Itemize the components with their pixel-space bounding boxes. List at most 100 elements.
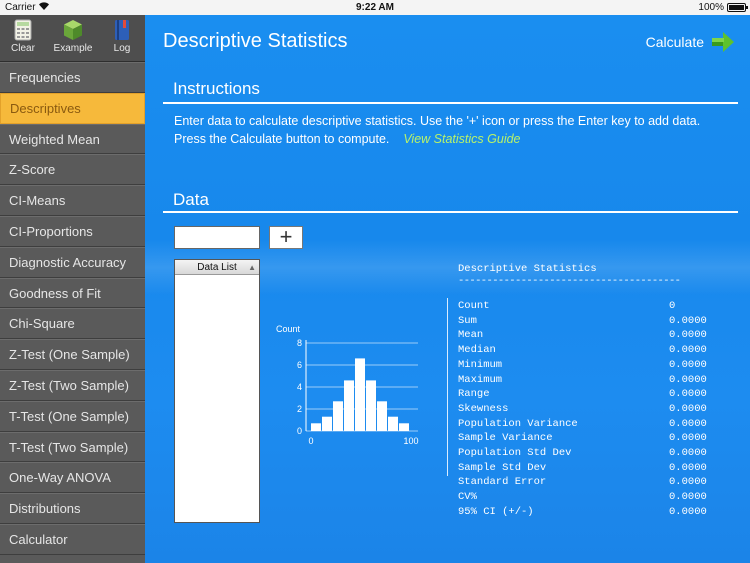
stats-row-value: 0.0000 bbox=[669, 388, 707, 401]
stats-row: Population Std Dev 0.0000 bbox=[458, 447, 710, 462]
clear-label: Clear bbox=[11, 43, 35, 54]
right-arrow-icon bbox=[712, 32, 734, 52]
stats-row-label: Range bbox=[458, 388, 490, 401]
stats-row: Sample Std Dev 0.0000 bbox=[458, 462, 710, 477]
data-entry-field[interactable] bbox=[174, 226, 260, 249]
battery-percent: 100% bbox=[698, 2, 724, 13]
sidebar-item-z-test-two-sample[interactable]: Z-Test (Two Sample) bbox=[0, 369, 145, 401]
sidebar-item-calculator[interactable]: Calculator bbox=[0, 523, 145, 555]
sidebar-item-diagnostic-accuracy[interactable]: Diagnostic Accuracy bbox=[0, 246, 145, 278]
stats-row-label: Count bbox=[458, 300, 490, 312]
stats-row-value: 0.0000 bbox=[669, 358, 707, 371]
calculate-label: Calculate bbox=[645, 34, 704, 50]
stats-row-value: 0.0000 bbox=[669, 314, 707, 327]
data-list-header-label: Data List bbox=[197, 262, 237, 273]
sidebar-item-weighted-mean[interactable]: Weighted Mean bbox=[0, 123, 145, 155]
stats-row-label: Population Variance bbox=[458, 417, 578, 430]
chart-bar bbox=[377, 401, 387, 431]
instructions-divider bbox=[163, 102, 738, 104]
sidebar-item-descriptives[interactable]: Descriptives bbox=[0, 92, 145, 124]
chart-bar bbox=[344, 380, 354, 431]
stats-row: Median 0.0000 bbox=[458, 344, 710, 359]
stats-row: 95% CI (+/-) 0.0000 bbox=[458, 506, 710, 521]
stats-row-label: Mean bbox=[458, 329, 484, 342]
data-list-header[interactable]: Data List ▲ bbox=[175, 260, 259, 275]
toolbar: Clear Example Log bbox=[0, 15, 145, 62]
battery-icon bbox=[727, 3, 748, 12]
stats-row-label: Standard Error bbox=[458, 476, 547, 489]
sidebar-item-chi-square[interactable]: Chi-Square bbox=[0, 308, 145, 340]
sidebar-item-t-test-two-sample[interactable]: T-Test (Two Sample) bbox=[0, 431, 145, 463]
stats-row-label: Sum bbox=[458, 314, 477, 327]
stats-row-label: Sample Std Dev bbox=[458, 461, 547, 474]
stats-row: Sample Variance 0.0000 bbox=[458, 432, 710, 447]
data-divider bbox=[163, 211, 738, 213]
stats-row-label: Maximum bbox=[458, 373, 503, 386]
histogram-chart: Count 0 2 4 6 8 0 100 bbox=[276, 324, 419, 446]
calculate-button[interactable]: Calculate bbox=[626, 30, 736, 54]
stats-row: Maximum 0.0000 bbox=[458, 374, 710, 389]
clear-button[interactable]: Clear bbox=[1, 19, 45, 54]
stats-row-label: CV% bbox=[458, 491, 477, 504]
stats-divider: --------------------------------------- bbox=[458, 275, 681, 287]
stats-row-label: Median bbox=[458, 344, 496, 357]
chart-x-tick-label: 0 bbox=[308, 436, 313, 446]
stats-row: Population Variance 0.0000 bbox=[458, 418, 710, 433]
data-heading: Data bbox=[173, 190, 209, 209]
stats-row-value: 0.0000 bbox=[669, 373, 707, 386]
sidebar-item-z-test-one-sample[interactable]: Z-Test (One Sample) bbox=[0, 339, 145, 370]
stats-row: Range 0.0000 bbox=[458, 388, 710, 403]
stats-row-value: 0 bbox=[669, 300, 676, 312]
stats-left-border bbox=[447, 298, 448, 476]
data-list[interactable]: Data List ▲ bbox=[174, 259, 260, 523]
chart-bar bbox=[322, 416, 332, 431]
stats-row: Count 0 bbox=[458, 300, 710, 315]
sidebar-item-goodness-of-fit[interactable]: Goodness of Fit bbox=[0, 277, 145, 309]
chart-bar bbox=[399, 423, 409, 431]
stats-row-value: 0.0000 bbox=[669, 461, 707, 474]
chart-bar bbox=[366, 380, 376, 431]
example-label: Example bbox=[53, 43, 93, 54]
sidebar-item-one-way-anova[interactable]: One-Way ANOVA bbox=[0, 462, 145, 494]
add-data-button[interactable]: + bbox=[269, 226, 303, 249]
book-icon bbox=[115, 20, 129, 40]
example-button[interactable]: Example bbox=[51, 19, 95, 54]
sidebar-item-frequencies[interactable]: Frequencies bbox=[0, 62, 145, 93]
stats-row-label: Sample Variance bbox=[458, 432, 553, 445]
chart-bar bbox=[333, 401, 343, 431]
stats-title: Descriptive Statistics bbox=[458, 263, 597, 275]
log-button[interactable]: Log bbox=[100, 19, 144, 54]
stats-row-value: 0.0000 bbox=[669, 417, 707, 430]
sort-arrow-icon: ▲ bbox=[248, 263, 256, 272]
stats-row: Minimum 0.0000 bbox=[458, 359, 710, 374]
stats-row: Skewness 0.0000 bbox=[458, 403, 710, 418]
instructions-heading: Instructions bbox=[173, 79, 260, 98]
sidebar-item-ci-means[interactable]: CI-Means bbox=[0, 185, 145, 216]
page-title: Descriptive Statistics bbox=[163, 30, 348, 52]
stats-row-value: 0.0000 bbox=[669, 329, 707, 342]
stats-row-value: 0.0000 bbox=[669, 402, 707, 415]
chart-y-tick-label: 0 bbox=[297, 426, 302, 436]
stats-row-value: 0.0000 bbox=[669, 432, 707, 445]
main-panel: Descriptive Statistics Calculate Instruc… bbox=[145, 15, 750, 563]
statistics-guide-link[interactable]: View Statistics Guide bbox=[403, 132, 520, 146]
sidebar-item-distributions[interactable]: Distributions bbox=[0, 493, 145, 524]
stats-row-label: Minimum bbox=[458, 358, 503, 371]
sidebar-item-t-test-one-sample[interactable]: T-Test (One Sample) bbox=[0, 400, 145, 432]
chart-y-tick-label: 6 bbox=[297, 360, 302, 370]
stats-row-label: 95% CI (+/-) bbox=[458, 505, 534, 518]
chart-y-tick-label: 4 bbox=[297, 382, 302, 392]
stats-row-value: 0.0000 bbox=[669, 476, 707, 489]
instructions-text: Enter data to calculate descriptive stat… bbox=[174, 112, 734, 148]
sidebar-item-z-score[interactable]: Z-Score bbox=[0, 154, 145, 186]
stats-row-value: 0.0000 bbox=[669, 491, 707, 504]
stats-row: Sum 0.0000 bbox=[458, 315, 710, 330]
chart-y-tick-label: 2 bbox=[297, 404, 302, 414]
sidebar-item-ci-proportions[interactable]: CI-Proportions bbox=[0, 215, 145, 247]
chart-y-axis-label: Count bbox=[276, 324, 301, 334]
stats-row-value: 0.0000 bbox=[669, 505, 707, 518]
chart-bar bbox=[311, 423, 321, 431]
stats-row: Mean 0.0000 bbox=[458, 329, 710, 344]
stats-row: Standard Error 0.0000 bbox=[458, 476, 710, 491]
stats-row-label: Skewness bbox=[458, 402, 509, 415]
